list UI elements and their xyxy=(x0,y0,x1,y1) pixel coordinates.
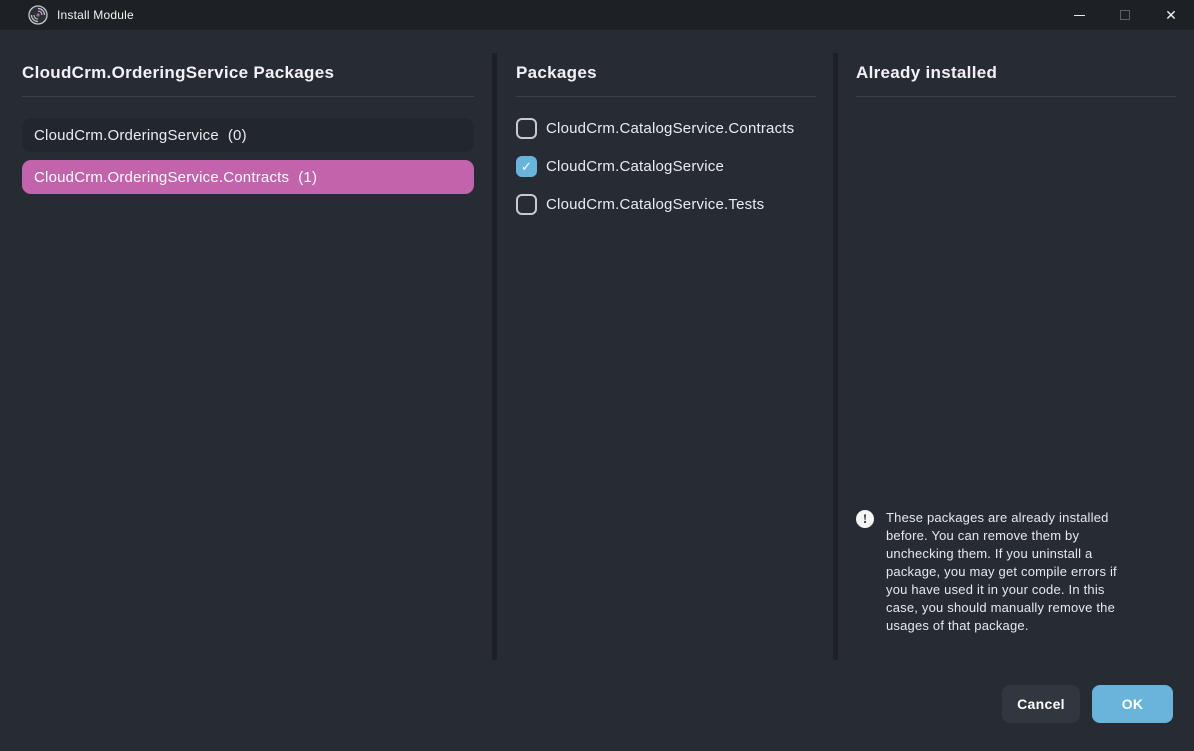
module-item-orderingservice-contracts[interactable]: CloudCrm.OrderingService.Contracts (1) xyxy=(22,160,474,194)
already-installed-pane: Already installed ! These packages are a… xyxy=(856,30,1176,97)
column-divider-2 xyxy=(833,53,838,660)
package-label: CloudCrm.CatalogService xyxy=(546,158,724,175)
modules-pane: CloudCrm.OrderingService Packages CloudC… xyxy=(22,30,474,194)
checkbox-icon[interactable]: ✓ xyxy=(516,156,537,177)
module-item-count: (0) xyxy=(228,127,247,144)
package-label: CloudCrm.CatalogService.Tests xyxy=(546,196,764,213)
package-row-catalogservice-tests[interactable]: ✓ CloudCrm.CatalogService.Tests xyxy=(516,194,816,215)
column-divider-1 xyxy=(492,53,497,660)
app-logo-icon xyxy=(28,5,48,25)
package-row-catalogservice-contracts[interactable]: ✓ CloudCrm.CatalogService.Contracts xyxy=(516,118,816,139)
module-item-orderingservice[interactable]: CloudCrm.OrderingService (0) xyxy=(22,118,474,152)
packages-pane: Packages ✓ CloudCrm.CatalogService.Contr… xyxy=(516,30,816,215)
modules-pane-title: CloudCrm.OrderingService Packages xyxy=(22,63,474,97)
module-list: CloudCrm.OrderingService (0) CloudCrm.Or… xyxy=(22,118,474,194)
info-note-text: These packages are already installed bef… xyxy=(886,509,1129,635)
package-row-catalogservice[interactable]: ✓ CloudCrm.CatalogService xyxy=(516,156,816,177)
close-button[interactable]: ✕ xyxy=(1148,0,1194,30)
window-title: Install Module xyxy=(57,8,134,22)
install-module-dialog: { "window": { "title": "Install Module" … xyxy=(0,0,1194,751)
minimize-icon xyxy=(1074,15,1085,16)
package-label: CloudCrm.CatalogService.Contracts xyxy=(546,120,794,137)
module-item-label: CloudCrm.OrderingService.Contracts xyxy=(34,169,289,186)
ok-button[interactable]: OK xyxy=(1092,685,1173,723)
window-controls: ✕ xyxy=(1056,0,1194,30)
checkbox-icon[interactable]: ✓ xyxy=(516,118,537,139)
maximize-button[interactable] xyxy=(1102,0,1148,30)
already-installed-pane-title: Already installed xyxy=(856,63,1176,97)
checkbox-icon[interactable]: ✓ xyxy=(516,194,537,215)
info-icon: ! xyxy=(856,510,874,528)
module-item-count: (1) xyxy=(298,169,317,186)
close-icon: ✕ xyxy=(1165,8,1177,22)
info-note: ! These packages are already installed b… xyxy=(856,509,1156,635)
packages-pane-title: Packages xyxy=(516,63,816,97)
titlebar: Install Module ✕ xyxy=(0,0,1194,30)
module-item-label: CloudCrm.OrderingService xyxy=(34,127,219,144)
cancel-button[interactable]: Cancel xyxy=(1002,685,1080,723)
minimize-button[interactable] xyxy=(1056,0,1102,30)
package-list: ✓ CloudCrm.CatalogService.Contracts ✓ Cl… xyxy=(516,118,816,215)
maximize-icon xyxy=(1120,10,1130,20)
